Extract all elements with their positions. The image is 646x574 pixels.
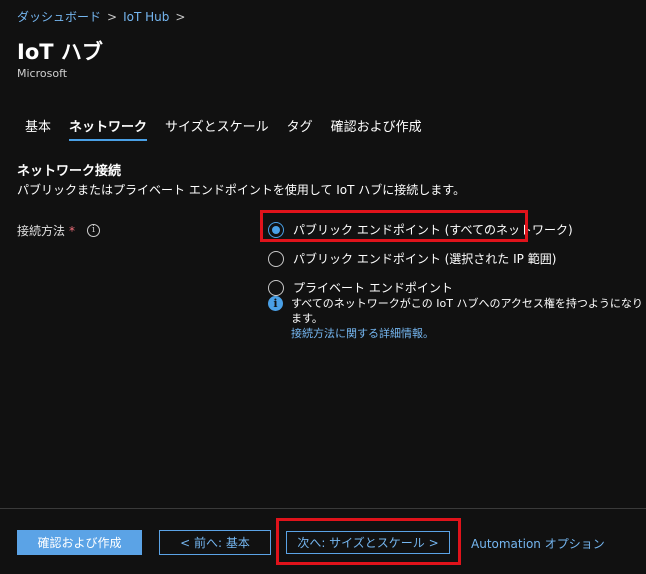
breadcrumb-iot-hub-link[interactable]: IoT Hub (123, 10, 169, 24)
radio-label: プライベート エンドポイント (293, 281, 453, 295)
info-text: すべてのネットワークがこの IoT ハブへのアクセス権を持つようになります。 (291, 297, 643, 325)
tab-basics[interactable]: 基本 (16, 119, 60, 141)
learn-more-link[interactable]: 接続方法に関する詳細情報。 (291, 326, 646, 341)
chevron-right-icon: > (175, 9, 186, 24)
review-create-button[interactable]: 確認および作成 (17, 530, 142, 555)
info-icon[interactable]: i (87, 224, 101, 237)
highlight-box-selected-option (260, 210, 528, 242)
radio-unchecked-icon[interactable] (268, 250, 284, 267)
previous-button[interactable]: < 前へ: 基本 (159, 530, 271, 555)
automation-options-link[interactable]: Automation オプション (471, 535, 605, 552)
connectivity-label-text: 接続方法 (17, 224, 66, 238)
info-circle-icon: i (268, 296, 283, 311)
radio-public-selected-ip[interactable]: パブリック エンドポイント (選択された IP 範囲) (268, 247, 573, 270)
radio-label: パブリック エンドポイント (選択された IP 範囲) (293, 252, 557, 266)
highlight-box-next-button (276, 518, 461, 565)
tab-networking[interactable]: ネットワーク (60, 119, 156, 141)
required-mark: * (69, 223, 76, 238)
tab-bar: 基本 ネットワーク サイズとスケール タグ 確認および作成 (16, 119, 431, 141)
tab-size-scale[interactable]: サイズとスケール (156, 119, 278, 141)
page-subtitle: Microsoft (17, 67, 68, 80)
info-message: i すべてのネットワークがこの IoT ハブへのアクセス権を持つようになります。… (268, 296, 646, 341)
breadcrumb-dashboard-link[interactable]: ダッシュボード (17, 8, 101, 25)
footer-divider (0, 508, 646, 509)
tab-review-create[interactable]: 確認および作成 (322, 119, 431, 141)
radio-unchecked-icon[interactable] (268, 279, 284, 296)
breadcrumb: ダッシュボード > IoT Hub > (17, 8, 185, 25)
section-description: パブリックまたはプライベート エンドポイントを使用して IoT ハブに接続します… (17, 183, 466, 197)
section-title: ネットワーク接続 (17, 164, 122, 179)
tab-tags[interactable]: タグ (278, 119, 322, 141)
chevron-right-icon: > (107, 9, 118, 24)
connectivity-label: 接続方法 * i (17, 222, 101, 239)
page-title: IoT ハブ (17, 40, 103, 64)
